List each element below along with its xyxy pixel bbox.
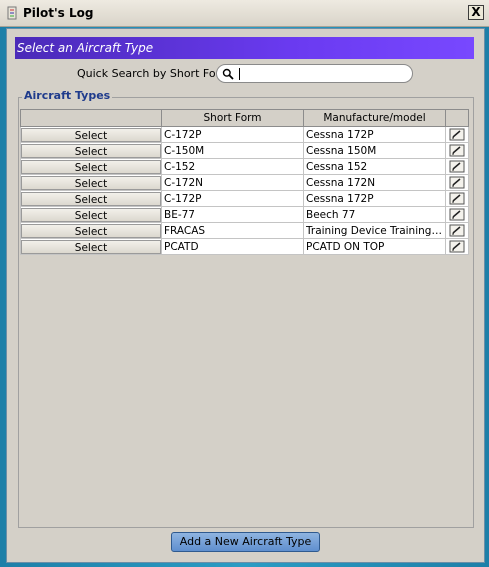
select-button[interactable]: Select [21, 223, 161, 238]
model-cell: Cessna 152 [306, 160, 368, 173]
short-form-cell: C-152 [161, 158, 304, 175]
aircraft-types-group-title: Aircraft Types [22, 89, 113, 102]
add-aircraft-type-label: Add a New Aircraft Type [179, 535, 312, 548]
title-bar[interactable]: Pilot's Log X [0, 0, 489, 27]
select-button[interactable]: Select [21, 143, 161, 158]
table-row: Select C-172N Cessna 172N [20, 174, 469, 191]
model-cell: Cessna 150M [306, 144, 377, 157]
select-button[interactable]: Select [21, 207, 161, 222]
select-button[interactable]: Select [21, 191, 161, 206]
select-button[interactable]: Select [21, 127, 161, 142]
section-header-title: Select an Aircraft Type [17, 41, 154, 55]
edit-icon[interactable] [449, 128, 465, 141]
close-icon: X [471, 5, 481, 19]
table-row: Select PCATD PCATD ON TOP [20, 238, 469, 255]
quick-search-label: Quick Search by Short Form [77, 67, 231, 80]
select-button[interactable]: Select [21, 159, 161, 174]
window-title: Pilot's Log [23, 6, 94, 20]
edit-icon[interactable] [449, 224, 465, 237]
short-form-cell: BE-77 [161, 206, 304, 223]
quick-search-field[interactable] [216, 64, 413, 83]
table-header-row: Short Form Manufacture/model [20, 109, 469, 127]
select-button[interactable]: Select [21, 239, 161, 254]
short-form-cell: FRACAS [161, 222, 304, 239]
dialog-content: Select an Aircraft Type Quick Search by … [6, 28, 485, 563]
table-row: Select FRACAS Training Device Training D… [20, 222, 469, 239]
short-form-cell: C-150M [161, 142, 304, 159]
column-header-edit[interactable] [445, 109, 469, 127]
section-header: Select an Aircraft Type [15, 37, 474, 59]
edit-icon[interactable] [449, 160, 465, 173]
model-cell: PCATD ON TOP [306, 240, 385, 253]
edit-icon[interactable] [449, 208, 465, 221]
model-cell: Cessna 172N [306, 176, 376, 189]
short-form-cell: C-172P [161, 190, 304, 207]
column-header-short-form[interactable]: Short Form [161, 109, 304, 127]
add-aircraft-type-button[interactable]: Add a New Aircraft Type [171, 532, 320, 552]
app-icon [7, 6, 17, 20]
edit-icon[interactable] [449, 176, 465, 189]
edit-icon[interactable] [449, 240, 465, 253]
column-header-model[interactable]: Manufacture/model [303, 109, 446, 127]
edit-icon[interactable] [449, 144, 465, 157]
table-row: Select C-172P Cessna 172P [20, 126, 469, 143]
table-row: Select C-172P Cessna 172P [20, 190, 469, 207]
table-row: Select C-152 Cessna 152 [20, 158, 469, 175]
short-form-cell: C-172P [161, 126, 304, 143]
quick-search-input[interactable] [241, 66, 410, 83]
model-cell: Training Device Training D... [306, 224, 443, 237]
search-icon [222, 68, 234, 80]
model-cell: Cessna 172P [306, 192, 374, 205]
column-header-select[interactable] [20, 109, 162, 127]
model-cell: Cessna 172P [306, 128, 374, 141]
app-window: Pilot's Log X Select an Aircraft Type Qu… [0, 0, 489, 567]
table-row: Select C-150M Cessna 150M [20, 142, 469, 159]
short-form-cell: PCATD [161, 238, 304, 255]
text-caret [239, 68, 240, 80]
aircraft-types-table: Short Form Manufacture/model Select C-17… [20, 109, 469, 255]
select-button[interactable]: Select [21, 175, 161, 190]
model-cell: Beech 77 [306, 208, 356, 221]
edit-icon[interactable] [449, 192, 465, 205]
table-row: Select BE-77 Beech 77 [20, 206, 469, 223]
close-button[interactable]: X [468, 5, 484, 20]
short-form-cell: C-172N [161, 174, 304, 191]
